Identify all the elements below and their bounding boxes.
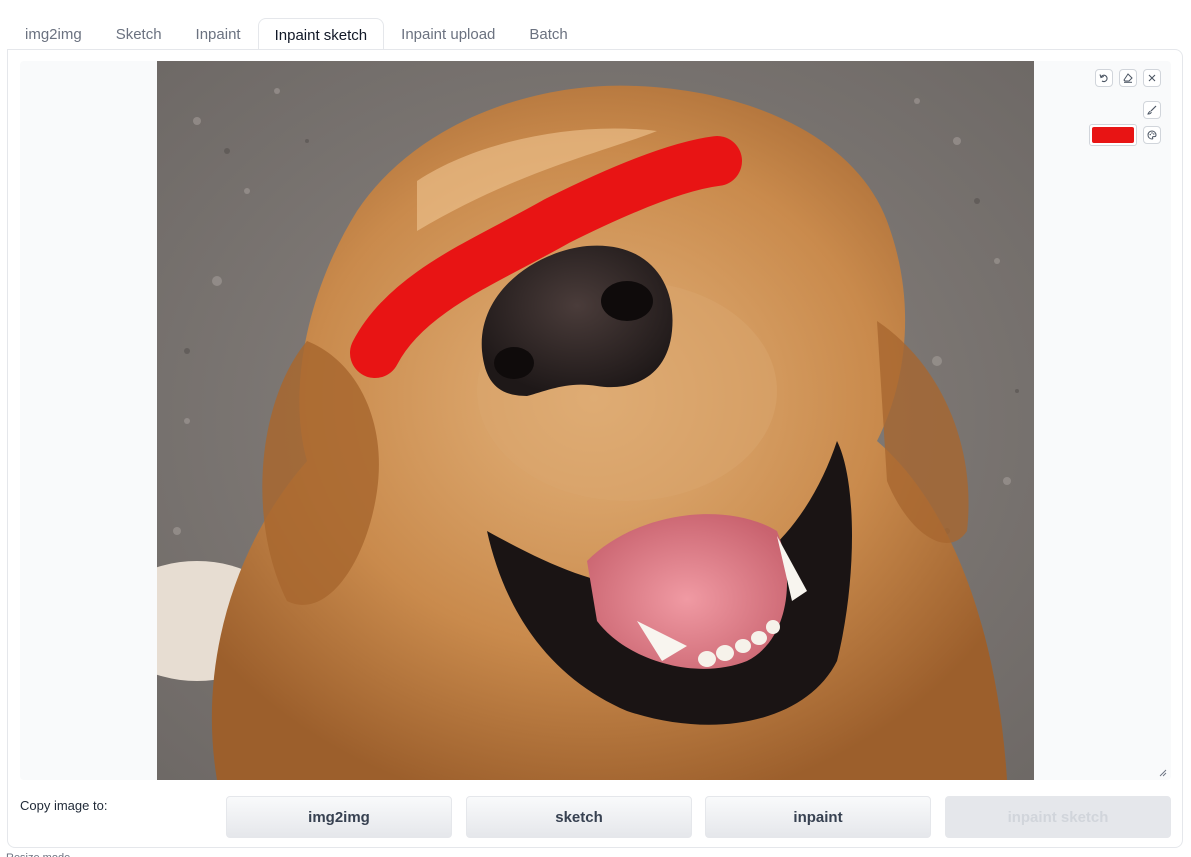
tab-inpaint-sketch[interactable]: Inpaint sketch	[257, 18, 385, 51]
brush-color-picker[interactable]	[1089, 124, 1137, 146]
tab-batch[interactable]: Batch	[512, 17, 584, 50]
undo-icon[interactable]	[1095, 69, 1113, 87]
copy-to-inpaint-button[interactable]: inpaint	[705, 796, 931, 838]
resize-handle-icon[interactable]	[1159, 769, 1167, 777]
copy-to-img2img-button[interactable]: img2img	[226, 796, 452, 838]
eraser-icon[interactable]	[1119, 69, 1137, 87]
inpaint-sketch-panel: Copy image to: img2img sketch inpaint in…	[7, 49, 1183, 848]
tab-inpaint-upload[interactable]: Inpaint upload	[384, 17, 512, 50]
copy-to-sketch-button[interactable]: sketch	[466, 796, 692, 838]
tab-sketch[interactable]: Sketch	[99, 17, 179, 50]
tab-inpaint[interactable]: Inpaint	[179, 17, 258, 50]
close-icon[interactable]	[1143, 69, 1161, 87]
dog-photo	[157, 61, 1034, 780]
resize-mode-label: Resize mode	[6, 851, 70, 857]
brush-color-fill	[1092, 127, 1134, 143]
brush-icon[interactable]	[1143, 101, 1161, 119]
copy-to-inpaint-sketch-button[interactable]: inpaint sketch	[945, 796, 1171, 838]
sketch-canvas-area	[20, 61, 1171, 780]
sketch-canvas[interactable]	[157, 61, 1034, 780]
tab-bar: img2img Sketch Inpaint Inpaint sketch In…	[8, 17, 1183, 51]
palette-icon[interactable]	[1143, 126, 1161, 144]
copy-image-label: Copy image to:	[20, 798, 108, 813]
tab-img2img[interactable]: img2img	[8, 17, 99, 50]
